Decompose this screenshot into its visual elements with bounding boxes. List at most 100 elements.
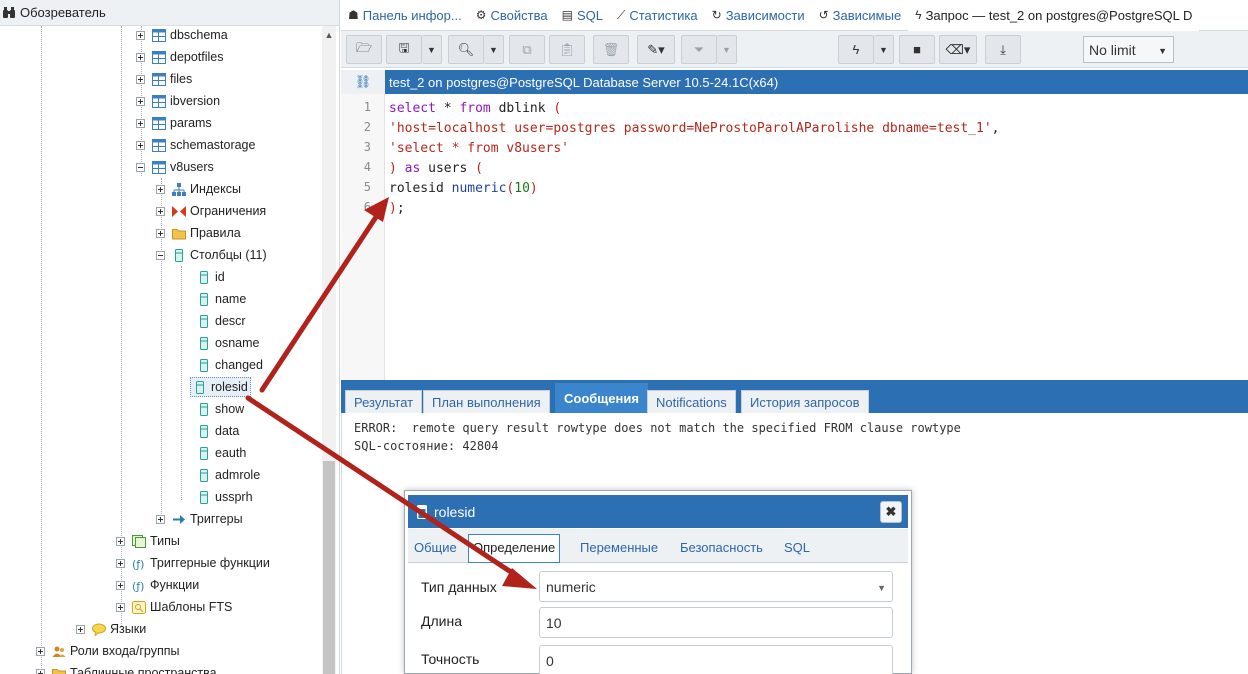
tree-node-trigger-functions[interactable]: (ƒ) Триггерные функции xyxy=(116,553,270,573)
tree-node-languages[interactable]: Языки xyxy=(76,619,146,639)
precision-input[interactable]: 0 xyxy=(539,645,893,674)
save-button[interactable]: 🖫 xyxy=(386,35,422,64)
execute-button[interactable]: ϟ xyxy=(838,35,874,64)
tree-node-column-rolesid[interactable]: rolesid xyxy=(190,377,251,397)
tab-dependencies[interactable]: ↻ Зависимости xyxy=(705,0,812,31)
stop-button[interactable]: ■ xyxy=(899,35,935,64)
clear-button[interactable]: ⌫▾ xyxy=(939,35,977,64)
tab-label: План выполнения xyxy=(432,394,541,410)
tab-definition[interactable]: Определение xyxy=(468,534,561,563)
tree-node-schemastorage[interactable]: schemastorage xyxy=(136,135,255,155)
expand-toggle[interactable] xyxy=(116,536,125,546)
tree-node-types[interactable]: Типы xyxy=(116,531,180,551)
tab-security[interactable]: Безопасность xyxy=(680,540,763,555)
tree-node-column-show[interactable]: show xyxy=(197,399,244,419)
find-button[interactable]: 🔍︎ xyxy=(448,35,484,64)
length-input[interactable]: 10 xyxy=(539,607,893,638)
tree-node-column-ussprh[interactable]: ussprh xyxy=(197,487,253,507)
tab-dashboard[interactable]: ☗ Панель инфор... xyxy=(341,0,469,31)
expand-toggle[interactable] xyxy=(36,646,45,656)
tab-notifications[interactable]: Notifications xyxy=(647,390,736,413)
tab-messages[interactable]: Сообщения xyxy=(555,383,648,413)
expand-toggle[interactable] xyxy=(136,140,145,150)
find-dropdown-button[interactable]: ▼ xyxy=(484,35,504,64)
tree-node-label: id xyxy=(215,270,225,284)
tab-sql[interactable]: SQL xyxy=(784,540,810,555)
sql-editor[interactable]: 1 2 3 4 5 6 select * from dblink ( 'host… xyxy=(341,94,1248,380)
tree-node-column-descr[interactable]: descr xyxy=(197,311,246,331)
tree-node-params[interactable]: params xyxy=(136,113,212,133)
tree-node-column-data[interactable]: data xyxy=(197,421,239,441)
collapse-toggle[interactable] xyxy=(136,162,145,172)
expand-toggle[interactable] xyxy=(136,52,145,62)
filter-dropdown-button[interactable]: ▼ xyxy=(717,35,737,64)
data-type-select[interactable]: numeric ▼ xyxy=(539,571,893,602)
tree-node-column-osname[interactable]: osname xyxy=(197,333,259,353)
tree-node-rules[interactable]: Правила xyxy=(156,223,241,243)
tree-node-dbschema[interactable]: dbschema xyxy=(136,25,228,45)
tab-query[interactable]: ϟ Запрос — test_2 on postgres@PostgreSQL … xyxy=(908,0,1200,31)
delete-button[interactable]: 🗑︎ xyxy=(593,35,629,64)
code-token: ( xyxy=(475,161,483,176)
tree-node-fts-templates[interactable]: Шаблоны FTS xyxy=(116,597,232,617)
tab-sql[interactable]: ▤ SQL xyxy=(555,0,610,31)
columns-icon xyxy=(172,248,186,262)
expand-toggle[interactable] xyxy=(36,668,45,674)
tree-node-column-name[interactable]: name xyxy=(197,289,246,309)
paste-button[interactable]: 📋︎ xyxy=(549,35,585,64)
row-limit-select[interactable]: No limit ▼ xyxy=(1083,36,1174,63)
tab-explain[interactable]: План выполнения xyxy=(423,390,550,413)
tab-label: Результат xyxy=(354,394,414,410)
connection-status-icon[interactable]: ⛓ xyxy=(341,70,385,94)
expand-toggle[interactable] xyxy=(76,624,85,634)
browser-scrollbar[interactable]: ▲ xyxy=(322,26,336,674)
expand-toggle[interactable] xyxy=(156,228,165,238)
expand-toggle[interactable] xyxy=(116,580,125,590)
scrollbar-thumb[interactable] xyxy=(323,461,335,674)
tab-variables[interactable]: Переменные xyxy=(580,540,658,555)
tree-node-label: v8users xyxy=(170,160,214,174)
collapse-toggle[interactable] xyxy=(156,250,165,260)
execute-dropdown-button[interactable]: ▼ xyxy=(874,35,894,64)
dialog-title-bar[interactable]: rolesid ✖ xyxy=(408,495,908,528)
scroll-up-arrow-icon[interactable]: ▲ xyxy=(322,28,336,42)
tree-node-login-roles[interactable]: Роли входа/группы xyxy=(36,641,180,661)
tab-query-history[interactable]: История запросов xyxy=(741,390,869,413)
tab-result[interactable]: Результат xyxy=(345,390,423,413)
filter-button[interactable]: ⏷ xyxy=(681,35,717,64)
tab-general[interactable]: Общие xyxy=(414,540,457,555)
tree-node-tablespaces[interactable]: Табличные пространства xyxy=(36,663,217,674)
expand-toggle[interactable] xyxy=(136,30,145,40)
download-button[interactable]: ⤓ xyxy=(985,35,1021,64)
tree-node-v8users[interactable]: v8users xyxy=(136,157,214,177)
sql-file-icon: ▤ xyxy=(561,8,573,22)
save-dropdown-button[interactable]: ▼ xyxy=(422,35,442,64)
expand-toggle[interactable] xyxy=(156,206,165,216)
expand-toggle[interactable] xyxy=(136,74,145,84)
expand-toggle[interactable] xyxy=(116,558,125,568)
tab-properties[interactable]: ⚙ Свойства xyxy=(469,0,555,31)
tree-node-column-admrole[interactable]: admrole xyxy=(197,465,260,485)
tab-statistics[interactable]: ⟋ Статистика xyxy=(610,0,705,31)
open-file-button[interactable]: 🗁 xyxy=(346,35,382,64)
tree-node-depotfiles[interactable]: depotfiles xyxy=(136,47,224,67)
expand-toggle[interactable] xyxy=(136,118,145,128)
tab-dependents[interactable]: ↺ Зависимые xyxy=(812,0,909,31)
tree-node-constraints[interactable]: Ограничения xyxy=(156,201,266,221)
edit-button[interactable]: ✎▾ xyxy=(637,35,675,64)
expand-toggle[interactable] xyxy=(156,184,165,194)
tree-node-column-id[interactable]: id xyxy=(197,267,225,287)
expand-toggle[interactable] xyxy=(136,96,145,106)
tree-node-column-changed[interactable]: changed xyxy=(197,355,263,375)
tree-node-indexes[interactable]: Индексы xyxy=(156,179,241,199)
close-button[interactable]: ✖ xyxy=(880,501,902,523)
tree-node-columns[interactable]: Столбцы (11) xyxy=(156,245,267,265)
tree-node-column-eauth[interactable]: eauth xyxy=(197,443,246,463)
expand-toggle[interactable] xyxy=(116,602,125,612)
tree-node-triggers[interactable]: Триггеры xyxy=(156,509,243,529)
tree-node-files[interactable]: files xyxy=(136,69,192,89)
tree-node-ibversion[interactable]: ibversion xyxy=(136,91,220,111)
expand-toggle[interactable] xyxy=(156,514,165,524)
copy-button[interactable]: ⧉ xyxy=(509,35,545,64)
tree-node-functions[interactable]: (ƒ) Функции xyxy=(116,575,199,595)
